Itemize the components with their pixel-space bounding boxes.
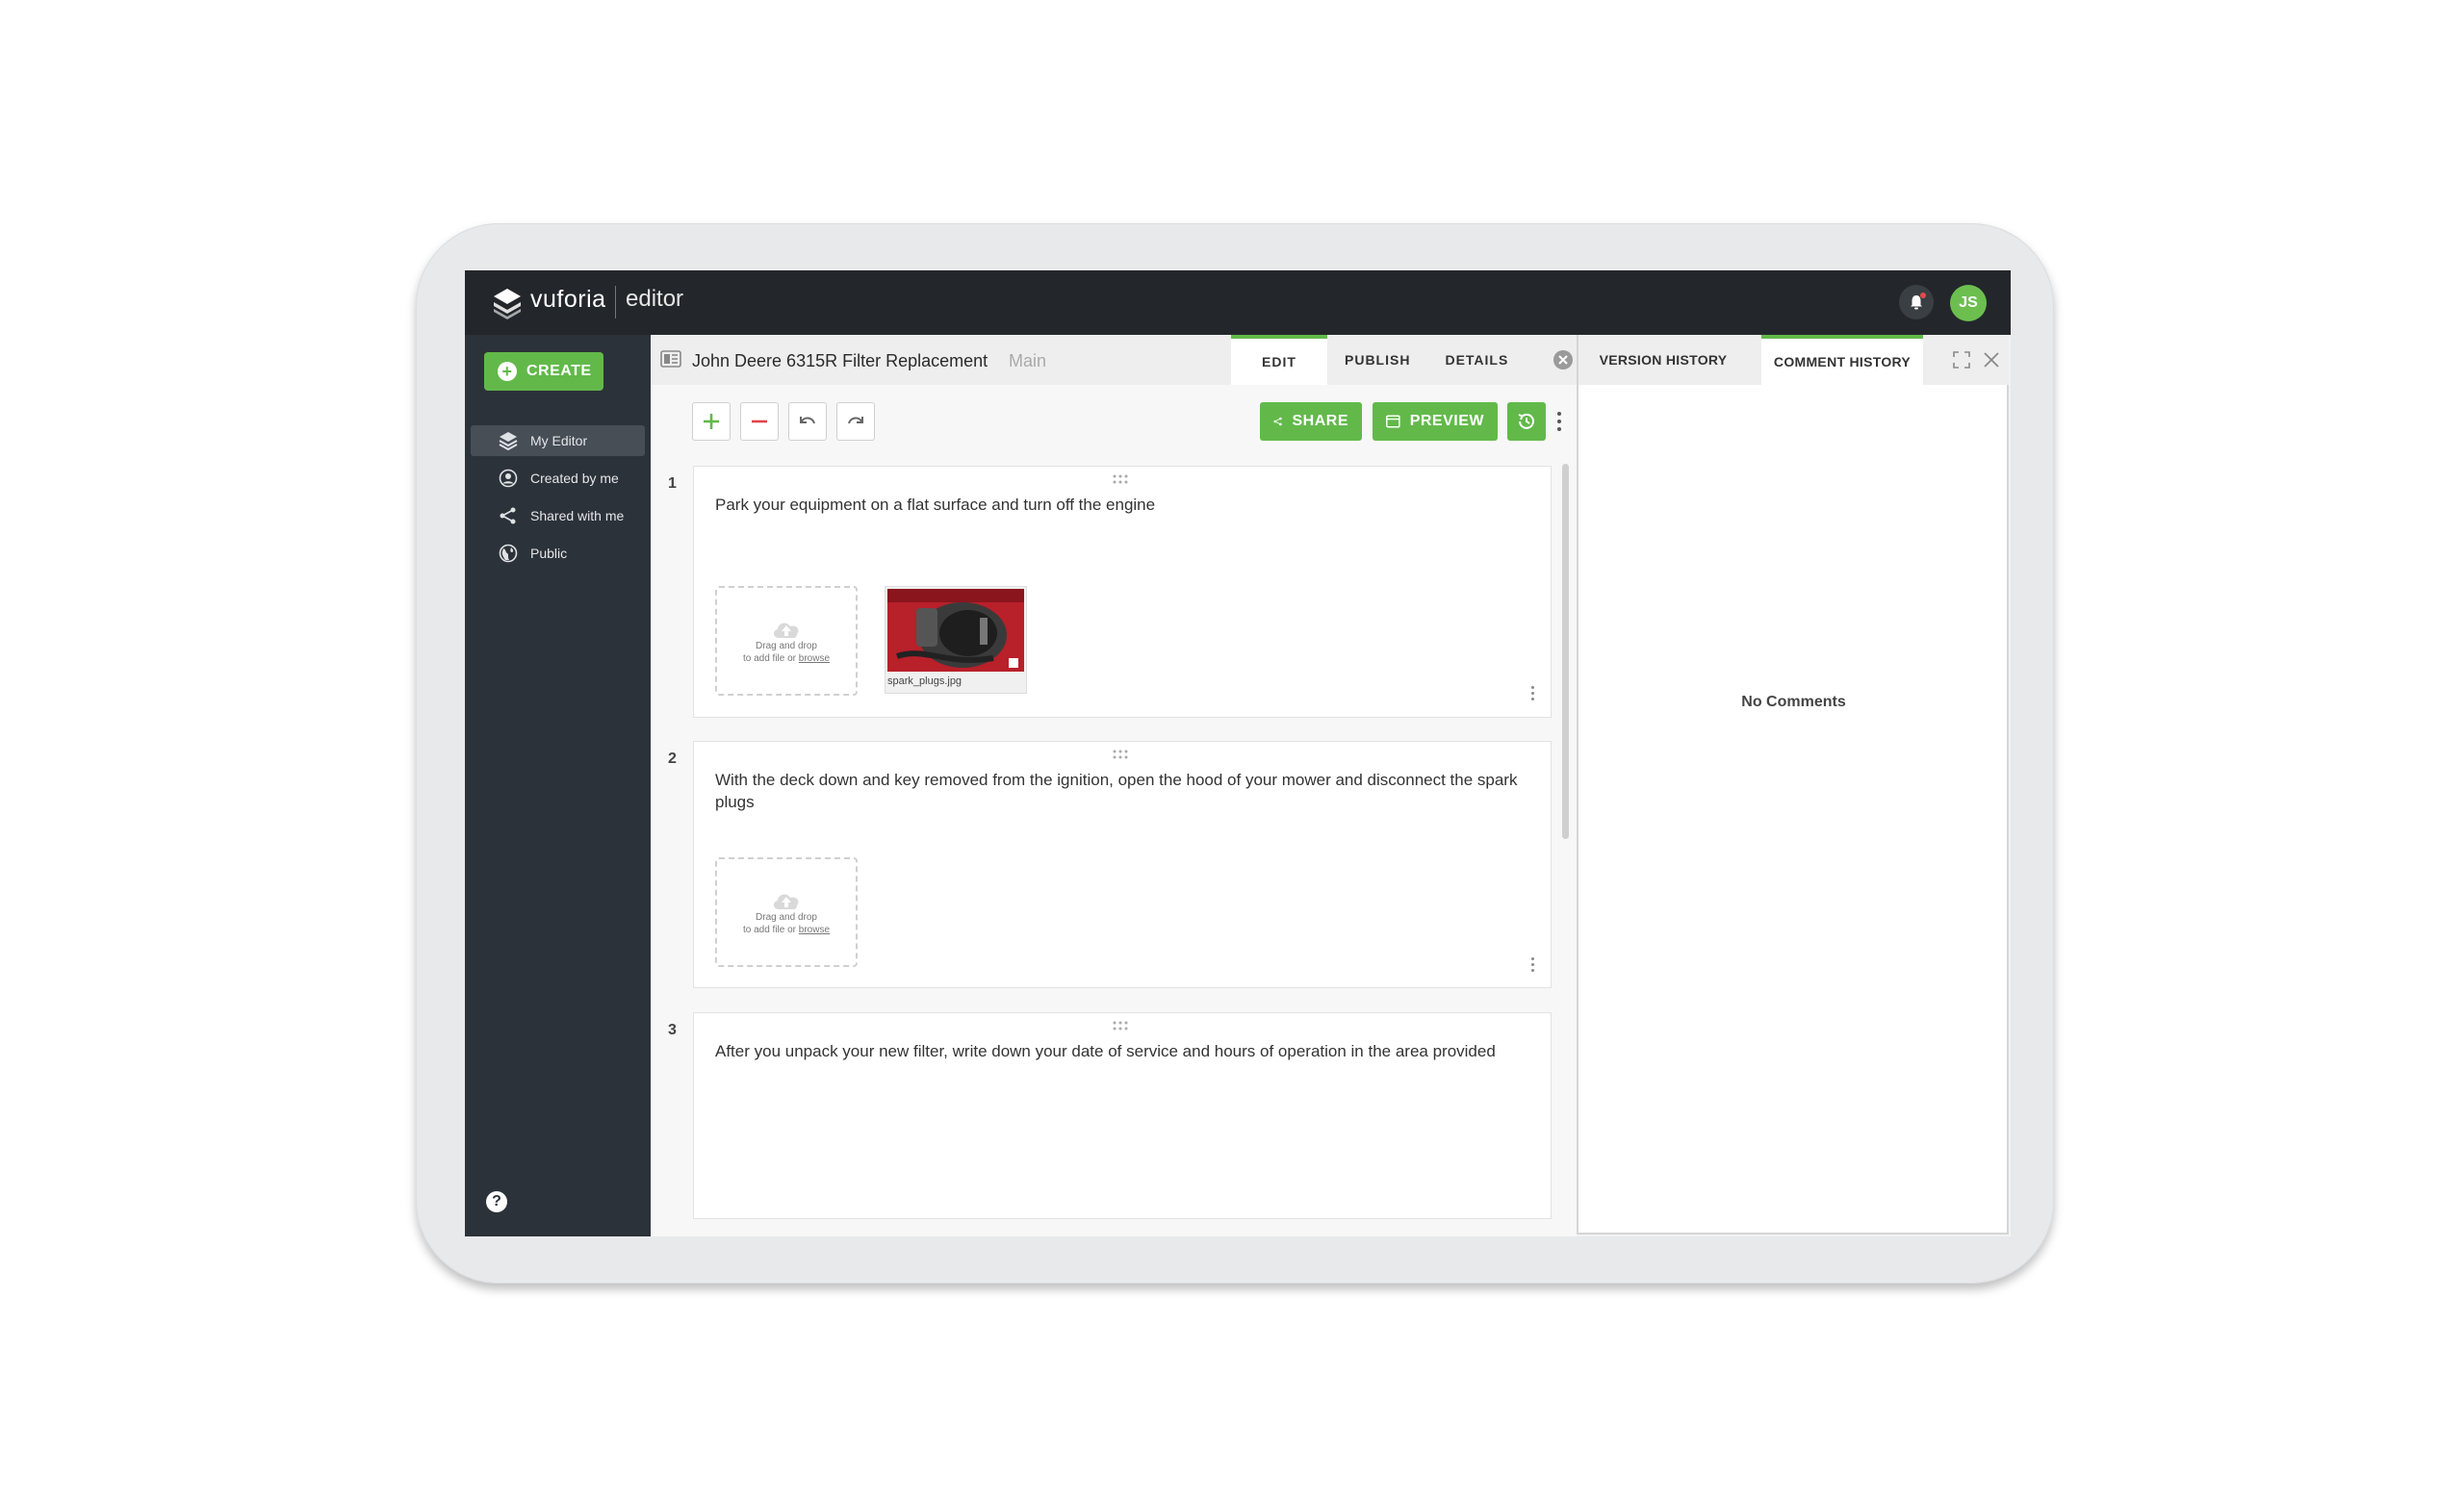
attachment-filename: spark_plugs.jpg: [887, 675, 962, 687]
document-branch: Main: [1009, 351, 1047, 370]
layers-icon: [498, 430, 519, 451]
share-icon: [498, 505, 519, 526]
empty-comments-message: No Comments: [1741, 694, 1846, 710]
notifications-button[interactable]: [1899, 285, 1934, 319]
drag-handle-icon[interactable]: [1112, 474, 1129, 484]
remove-step-button[interactable]: [740, 402, 779, 441]
close-document-button[interactable]: [1553, 350, 1573, 369]
close-icon: [1558, 355, 1568, 365]
redo-icon: [848, 417, 863, 424]
minus-icon: [752, 420, 767, 423]
sidebar-item-shared-with-me[interactable]: Shared with me: [471, 500, 645, 531]
create-button-label: CREATE: [526, 363, 592, 379]
share-button-label: SHARE: [1292, 413, 1348, 429]
brand-name: vuforia: [530, 286, 606, 313]
browse-link[interactable]: browse: [799, 925, 830, 935]
share-button[interactable]: SHARE: [1260, 402, 1362, 441]
user-avatar[interactable]: JS: [1950, 285, 1987, 321]
product-name: editor: [626, 286, 684, 312]
drop-zone-subtext: to add file or browse: [742, 925, 831, 935]
sidebar: + CREATE My Editor Created by me Shared …: [465, 335, 651, 1236]
plus-icon: +: [498, 362, 517, 381]
more-options-button[interactable]: [1557, 412, 1561, 435]
step-options-button[interactable]: [1531, 957, 1534, 975]
editor-main: John Deere 6315R Filter Replacement Main…: [651, 335, 1577, 1236]
document-header: John Deere 6315R Filter Replacement Main…: [651, 335, 1577, 386]
step-number: 2: [668, 751, 677, 767]
user-circle-icon: [498, 468, 519, 489]
sidebar-item-label: Shared with me: [530, 508, 625, 523]
create-button[interactable]: + CREATE: [484, 352, 603, 391]
tab-comment-history[interactable]: COMMENT HISTORY: [1761, 335, 1923, 385]
share-icon: [1273, 417, 1282, 426]
preview-button-label: PREVIEW: [1409, 413, 1484, 429]
document-icon: [660, 350, 681, 368]
brand-divider: [615, 286, 616, 318]
tab-publish[interactable]: PUBLISH: [1327, 335, 1427, 385]
sidebar-item-created-by-me[interactable]: Created by me: [471, 463, 645, 494]
step-instruction[interactable]: Park your equipment on a flat surface an…: [715, 494, 1524, 516]
step-instruction[interactable]: With the deck down and key removed from …: [715, 769, 1524, 813]
document-tabs: EDIT PUBLISH DETAILS: [1231, 335, 1526, 385]
undo-button[interactable]: [788, 402, 827, 441]
editor-toolbar: SHARE PREVIEW: [651, 385, 1577, 462]
cloud-upload-icon: [773, 894, 799, 909]
sidebar-item-label: My Editor: [530, 433, 588, 448]
sidebar-item-label: Created by me: [530, 471, 619, 486]
browse-link[interactable]: browse: [799, 653, 830, 664]
add-step-button[interactable]: [692, 402, 731, 441]
step-number: 1: [668, 475, 677, 492]
notification-badge: [1920, 293, 1926, 298]
plus-icon: [704, 414, 719, 429]
spark-plugs-photo: [887, 589, 1024, 672]
cloud-upload-icon: [773, 623, 799, 638]
step-number: 3: [668, 1022, 677, 1038]
sidebar-nav: My Editor Created by me Shared with me P…: [471, 425, 645, 575]
preview-button[interactable]: PREVIEW: [1373, 402, 1498, 441]
top-bar: vuforia editor JS: [465, 270, 2011, 335]
drop-zone-subtext: to add file or browse: [742, 653, 831, 664]
sidebar-item-label: Public: [530, 546, 568, 561]
drag-handle-icon[interactable]: [1112, 1021, 1129, 1031]
step-instruction[interactable]: After you unpack your new filter, write …: [715, 1040, 1524, 1062]
vuforia-logo-icon: [494, 289, 521, 319]
tab-edit[interactable]: EDIT: [1231, 335, 1327, 385]
version-history-button[interactable]: [1507, 402, 1546, 441]
step-card-3[interactable]: After you unpack your new filter, write …: [693, 1012, 1552, 1219]
history-panel: VERSION HISTORY COMMENT HISTORY No Comme…: [1577, 335, 2009, 1235]
drop-zone-text: Drag and drop: [756, 912, 817, 923]
step-card-2[interactable]: With the deck down and key removed from …: [693, 741, 1552, 988]
document-title: John Deere 6315R Filter Replacement: [692, 351, 988, 370]
scrollbar-thumb[interactable]: [1562, 464, 1569, 839]
step-card-1[interactable]: Park your equipment on a flat surface an…: [693, 466, 1552, 718]
expand-icon[interactable]: [1953, 351, 1970, 369]
drop-zone-text: Drag and drop: [756, 641, 817, 651]
close-icon[interactable]: [1983, 351, 2000, 369]
redo-button[interactable]: [836, 402, 875, 441]
sidebar-item-my-editor[interactable]: My Editor: [471, 425, 645, 456]
undo-icon: [800, 417, 815, 424]
history-icon: [1518, 413, 1534, 429]
panel-header: VERSION HISTORY COMMENT HISTORY: [1578, 335, 2009, 385]
step-list: 1 Park your equipment on a flat surface …: [651, 464, 1577, 1236]
file-drop-zone[interactable]: Drag and drop to add file or browse: [715, 586, 858, 696]
app-screen: vuforia editor JS + CREATE My Editor Cre…: [465, 270, 2011, 1236]
step-list-scrollbar[interactable]: [1560, 464, 1570, 1099]
tab-details[interactable]: DETAILS: [1427, 335, 1526, 385]
attachment-thumbnail[interactable]: spark_plugs.jpg: [885, 586, 1027, 694]
preview-window-icon: [1386, 415, 1400, 428]
globe-icon: [498, 543, 519, 564]
drag-handle-icon[interactable]: [1112, 750, 1129, 759]
sidebar-item-public[interactable]: Public: [471, 538, 645, 569]
file-drop-zone[interactable]: Drag and drop to add file or browse: [715, 857, 858, 967]
help-button[interactable]: ?: [486, 1191, 507, 1212]
step-options-button[interactable]: [1531, 686, 1534, 703]
tab-version-history[interactable]: VERSION HISTORY: [1578, 335, 1748, 385]
